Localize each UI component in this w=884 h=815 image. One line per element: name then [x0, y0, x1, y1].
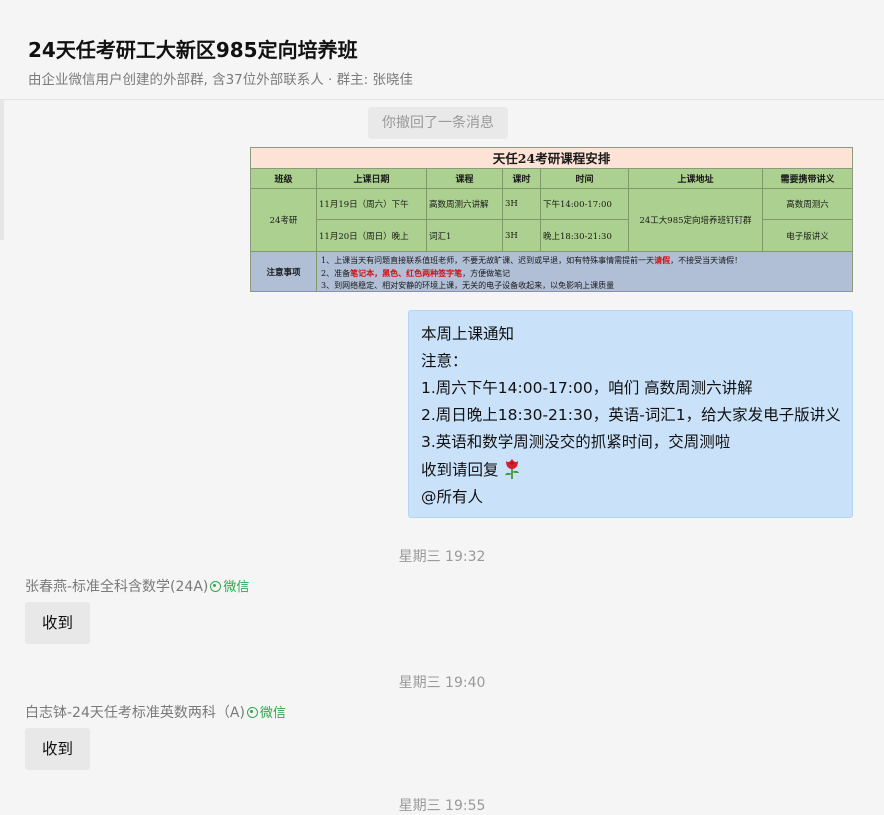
group-title[interactable]: 24天任考研工大新区985定向培养班 [28, 34, 358, 63]
notice-line: 收到请回复 [421, 461, 499, 479]
schedule-title: 天任24考研课程安排 [251, 148, 852, 169]
reply-message[interactable]: 收到 [25, 728, 90, 770]
table-cell: 11月19日（周六）下午 [317, 189, 427, 220]
note-text: 1、上课当天有问题直接联系值班老师，不要无故旷课、迟到或早退，如有特殊事情需提前… [321, 256, 655, 265]
col-header: 上课日期 [317, 169, 427, 189]
note-text: ，方便做笔记 [462, 269, 511, 278]
col-header: 上课地址 [629, 169, 763, 189]
notice-line: 3.英语和数学周测没交的抓紧时间，交周测啦 [421, 433, 731, 451]
schedule-table: 班级 上课日期 课程 课时 时间 上课地址 需要携带讲义 24考研 24工大98… [251, 169, 852, 251]
table-cell: 11月20日（周日）晚上 [317, 220, 427, 251]
chat-header: 24天任考研工大新区985定向培养班 由企业微信用户创建的外部群, 含37位外部… [0, 0, 884, 100]
notice-line: 本周上课通知 [421, 325, 515, 343]
rose-icon [504, 459, 519, 479]
wechat-icon [246, 707, 258, 718]
table-cell: 晚上18:30-21:30 [541, 220, 629, 251]
note-text: ，不接受当天请假！ [670, 256, 743, 265]
notes-label: 注意事项 [251, 252, 317, 292]
address-cell: 24工大985定向培养班钉钉群 [629, 189, 763, 251]
sender-name[interactable]: 白志钵-24天任考标准英数两科（A) 微信 [25, 702, 286, 722]
table-cell: 词汇1 [427, 220, 503, 251]
group-subtitle: 由企业微信用户创建的外部群, 含37位外部联系人 · 群主: 张晓佳 [28, 72, 413, 88]
table-cell: 电子版讲义 [786, 231, 829, 242]
timestamp: 星期三 19:32 [398, 549, 486, 565]
table-cell: 高数周测六 [763, 189, 852, 220]
schedule-notes: 注意事项 1、上课当天有问题直接联系值班老师，不要无故旷课、迟到或早退，如有特殊… [251, 251, 852, 292]
sender-name[interactable]: 张春燕-标准全科含数学(24A) 微信 [25, 576, 249, 596]
timestamp: 星期三 19:55 [398, 798, 486, 814]
note-highlight: 笔记本，黑色、红色两种签字笔 [350, 268, 463, 278]
wechat-label: 微信 [259, 706, 286, 721]
col-header: 课时 [503, 169, 541, 189]
note-highlight: 请假 [654, 255, 671, 265]
sender-label: 张春燕-标准全科含数学(24A) [25, 579, 209, 595]
col-header: 班级 [251, 169, 317, 189]
schedule-image[interactable]: 天任24考研课程安排 班级 上课日期 课程 课时 时间 上课地址 需要携带讲义 … [250, 147, 853, 292]
wechat-tag: 微信 [246, 706, 286, 721]
notice-line: @所有人 [421, 488, 484, 506]
class-cell: 24考研 [251, 189, 317, 251]
table-cell: 高数周测六讲解 [427, 189, 503, 220]
col-header: 需要携带讲义 [763, 169, 852, 189]
sender-label: 白志钵-24天任考标准英数两科（A) [25, 705, 245, 721]
col-header: 课程 [427, 169, 503, 189]
table-cell: 下午14:00-17:00 [541, 189, 629, 220]
table-cell: 3H [503, 189, 541, 220]
note-text: 3、到网络稳定、相对安静的环境上课，无关的电子设备收起来，以免影响上课质量 [321, 281, 615, 290]
col-header: 时间 [541, 169, 629, 189]
message-list[interactable]: 你撤回了一条消息 天任24考研课程安排 班级 上课日期 课程 课时 时间 上课地… [0, 101, 884, 814]
notice-line: 注意： [421, 352, 468, 370]
wechat-tag: 微信 [210, 580, 249, 595]
timestamp: 星期三 19:40 [398, 675, 486, 691]
table-cell: 3H [503, 220, 541, 251]
reply-message[interactable]: 收到 [25, 602, 90, 644]
note-text: 2、准备 [321, 269, 351, 278]
notes-text: 1、上课当天有问题直接联系值班老师，不要无故旷课、迟到或早退，如有特殊事情需提前… [321, 254, 742, 292]
revoke-notice: 你撤回了一条消息 [368, 107, 508, 139]
notice-message[interactable]: 本周上课通知 注意： 1.周六下午14:00-17:00，咱们 高数周测六讲解 … [408, 310, 853, 518]
notice-line: 2.周日晚上18:30-21:30，英语-词汇1，给大家发电子版讲义 [421, 406, 841, 424]
wechat-icon [210, 581, 222, 592]
wechat-label: 微信 [223, 580, 250, 595]
notice-line: 1.周六下午14:00-17:00，咱们 高数周测六讲解 [421, 379, 753, 397]
